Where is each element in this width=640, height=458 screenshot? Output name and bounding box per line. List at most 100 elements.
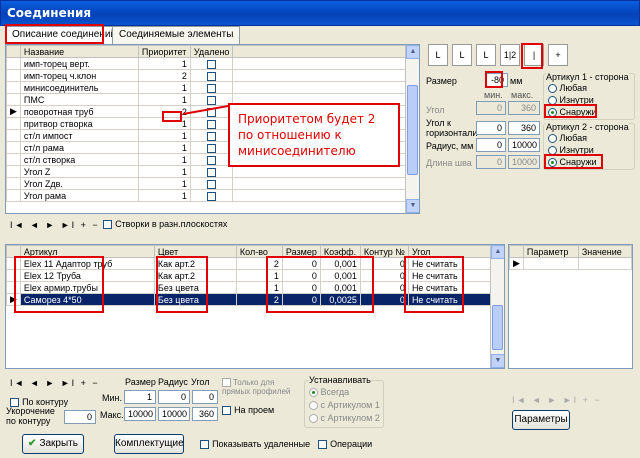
priority-cell[interactable]: 2 bbox=[137, 69, 191, 82]
deleted-cell[interactable] bbox=[189, 165, 234, 178]
name-cell[interactable]: ст/л створка bbox=[19, 153, 139, 166]
checkbox-icon[interactable] bbox=[207, 119, 217, 129]
angle-cell[interactable]: Не считать bbox=[407, 269, 493, 282]
params-record-navigator[interactable]: I◄ ◄ ► ►I + − bbox=[512, 395, 602, 405]
angle-max-input[interactable]: 360 bbox=[508, 101, 540, 115]
checkbox-icon[interactable] bbox=[207, 95, 217, 105]
priority-cell[interactable]: 1 bbox=[137, 93, 191, 106]
radio-option[interactable]: Любая bbox=[548, 83, 597, 95]
contour-cell[interactable]: 0 bbox=[359, 269, 409, 282]
checkbox-icon[interactable] bbox=[207, 167, 217, 177]
name-cell[interactable]: ПМС bbox=[19, 93, 139, 106]
coef-cell[interactable]: 0,0025 bbox=[319, 293, 361, 306]
contour-header[interactable]: Контур № bbox=[359, 245, 409, 258]
value-cell[interactable] bbox=[577, 257, 632, 270]
kit-button[interactable]: Комплектущие bbox=[114, 434, 184, 454]
install-radio-option[interactable]: с Артикулом 2 bbox=[309, 413, 380, 426]
bottom-record-navigator[interactable]: I◄ ◄ ► ►I + − bbox=[10, 378, 100, 388]
size-cell[interactable]: 0 bbox=[281, 257, 321, 270]
article-cell[interactable]: Elex 12 Труба bbox=[19, 269, 155, 282]
checkbox-icon[interactable] bbox=[207, 155, 217, 165]
size-cell[interactable]: 0 bbox=[281, 281, 321, 294]
profile-shape-icon[interactable]: 1|2 bbox=[500, 44, 520, 66]
angle-header[interactable]: Угол bbox=[407, 245, 493, 258]
qty-cell[interactable]: 2 bbox=[235, 257, 283, 270]
close-button[interactable]: ✔ Закрыть bbox=[22, 434, 84, 454]
qty-cell[interactable]: 2 bbox=[235, 293, 283, 306]
param-header[interactable]: Параметр bbox=[522, 245, 579, 258]
profile-shape-icon[interactable]: L bbox=[476, 44, 496, 66]
top-grid-scrollbar[interactable]: ▲ ▼ bbox=[405, 45, 419, 213]
article-cell[interactable]: Elex армир.трубы bbox=[19, 281, 155, 294]
install-radio-option[interactable]: с Артикулом 1 bbox=[309, 400, 380, 413]
deleted-cell[interactable] bbox=[189, 189, 234, 202]
checkbox-icon[interactable] bbox=[207, 83, 217, 93]
article-cell[interactable]: Elex 11 Адаптор труб bbox=[19, 257, 155, 270]
radio-option[interactable]: Изнутри bbox=[548, 145, 597, 157]
priority-cell[interactable]: 1 bbox=[137, 117, 191, 130]
color-cell[interactable]: Без цвета bbox=[153, 281, 237, 294]
checkbox-icon[interactable] bbox=[207, 143, 217, 153]
priority-cell[interactable]: 1 bbox=[137, 81, 191, 94]
radius-min-input[interactable]: 0 bbox=[476, 138, 506, 152]
radio-option[interactable]: Любая bbox=[548, 133, 597, 145]
checkbox-icon[interactable] bbox=[207, 59, 217, 69]
shortening-input[interactable]: 0 bbox=[64, 410, 96, 424]
name-cell[interactable]: Угол рама bbox=[19, 189, 139, 202]
name-cell[interactable]: ст/л рама bbox=[19, 141, 139, 154]
checkbox-icon[interactable] bbox=[222, 405, 231, 415]
table-row[interactable]: имп-торец ч.клон 2 bbox=[6, 69, 407, 82]
profile-shape-icon[interactable]: L bbox=[452, 44, 472, 66]
name-cell[interactable]: минисоединитель bbox=[19, 81, 139, 94]
operations-checkbox[interactable]: Операции bbox=[318, 438, 372, 450]
priority-cell[interactable]: 2 bbox=[137, 105, 191, 118]
table-row[interactable]: Угол рама 1 bbox=[6, 189, 407, 202]
on-span-checkbox[interactable]: На проем bbox=[222, 404, 274, 416]
min-angle-input[interactable]: 0 bbox=[192, 390, 218, 404]
name-cell[interactable]: имп-торец ч.клон bbox=[19, 69, 139, 82]
flaps-checkbox[interactable]: Створки в разн.плоскостях bbox=[103, 218, 227, 230]
angle-cell[interactable]: Не считать bbox=[407, 293, 493, 306]
radio-option[interactable]: Снаружи bbox=[548, 107, 597, 119]
min-size-input[interactable]: 1 bbox=[124, 390, 156, 404]
max-radius-input[interactable]: 10000 bbox=[158, 407, 190, 421]
table-row[interactable]: Elex 12 Труба Как арт.2 1 0 0,001 0 Не считать bbox=[6, 269, 493, 282]
angle-cell[interactable]: Не считать bbox=[407, 281, 493, 294]
table-row[interactable]: ▶ Саморез 4*50 Без цвета 2 0 0,0025 0 Не считат… bbox=[6, 293, 493, 306]
color-cell[interactable]: Без цвета bbox=[153, 293, 237, 306]
radio-icon[interactable] bbox=[548, 158, 557, 168]
color-header[interactable]: Цвет bbox=[153, 245, 237, 258]
value-header[interactable]: Значение bbox=[577, 245, 632, 258]
angle-horizon-min-input[interactable]: 0 bbox=[476, 121, 506, 135]
max-size-input[interactable]: 10000 bbox=[124, 407, 156, 421]
priority-cell[interactable]: 1 bbox=[137, 57, 191, 70]
deleted-cell[interactable] bbox=[189, 153, 234, 166]
radio-option[interactable]: Изнутри bbox=[548, 95, 597, 107]
scroll-thumb[interactable] bbox=[492, 305, 503, 350]
angle-cell[interactable]: Не считать bbox=[407, 257, 493, 270]
priority-cell[interactable]: 1 bbox=[137, 165, 191, 178]
qty-cell[interactable]: 1 bbox=[235, 281, 283, 294]
size-cell[interactable]: 0 bbox=[281, 269, 321, 282]
radio-option[interactable]: Снаружи bbox=[548, 157, 597, 169]
profile-shape-icon[interactable]: L bbox=[428, 44, 448, 66]
seam-max-input[interactable]: 10000 bbox=[508, 155, 540, 169]
checkbox-icon[interactable] bbox=[207, 179, 217, 189]
size-header[interactable]: Размер bbox=[281, 245, 321, 258]
straight-only-checkbox[interactable]: Только для прямых профилей bbox=[222, 378, 300, 396]
parameters-grid[interactable]: Параметр Значение ▶ bbox=[508, 244, 633, 369]
table-row[interactable]: минисоединитель 1 bbox=[6, 81, 407, 94]
deleted-header[interactable]: Удалено bbox=[189, 45, 234, 58]
checkbox-icon[interactable] bbox=[207, 191, 217, 201]
tab-connected-elements[interactable]: Соединяемые элементы bbox=[112, 26, 241, 44]
deleted-cell[interactable] bbox=[189, 69, 234, 82]
priority-cell[interactable]: 1 bbox=[137, 141, 191, 154]
table-row[interactable]: Elex армир.трубы Без цвета 1 0 0,001 0 Не счит… bbox=[6, 281, 493, 294]
deleted-cell[interactable] bbox=[189, 129, 234, 142]
scroll-down-arrow-icon[interactable]: ▼ bbox=[491, 354, 504, 368]
name-cell[interactable]: ст/л импост bbox=[19, 129, 139, 142]
param-cell[interactable] bbox=[522, 257, 579, 270]
radio-icon[interactable] bbox=[309, 401, 318, 411]
show-deleted-checkbox[interactable]: Показывать удаленные bbox=[200, 438, 310, 450]
color-cell[interactable]: Как арт.2 bbox=[153, 269, 237, 282]
